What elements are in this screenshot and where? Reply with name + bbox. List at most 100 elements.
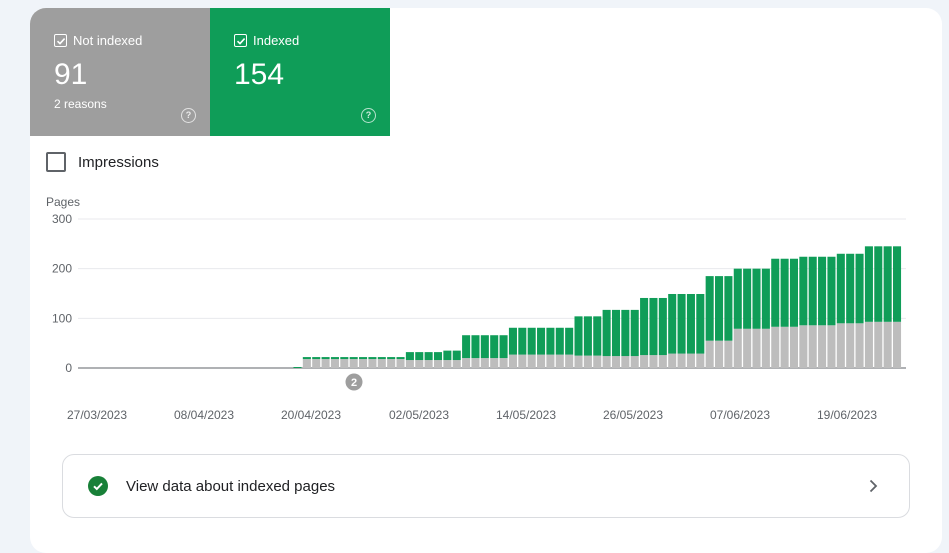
bar-not-indexed[interactable] (808, 325, 817, 368)
view-indexed-pages-link[interactable]: View data about indexed pages (62, 454, 910, 518)
bar-not-indexed[interactable] (836, 323, 845, 368)
bar-indexed[interactable] (724, 276, 733, 341)
bar-indexed[interactable] (874, 246, 883, 322)
bar-not-indexed[interactable] (359, 359, 368, 368)
bar-indexed[interactable] (387, 357, 396, 360)
bar-indexed[interactable] (340, 357, 349, 360)
bar-not-indexed[interactable] (302, 359, 311, 368)
bar-indexed[interactable] (405, 352, 414, 361)
bar-indexed[interactable] (499, 335, 508, 359)
bar-indexed[interactable] (537, 327, 546, 355)
bar-not-indexed[interactable] (874, 321, 883, 368)
bar-indexed[interactable] (677, 293, 686, 354)
bar-not-indexed[interactable] (555, 354, 564, 368)
bar-indexed[interactable] (508, 327, 517, 355)
impressions-checkbox[interactable] (46, 152, 66, 172)
bar-indexed[interactable] (293, 367, 302, 369)
bar-indexed[interactable] (611, 309, 621, 357)
indexed-tile[interactable]: Indexed 154 ? (210, 8, 390, 136)
bar-not-indexed[interactable] (621, 356, 630, 368)
bar-not-indexed[interactable] (490, 358, 499, 368)
bar-not-indexed[interactable] (424, 360, 433, 368)
bar-indexed[interactable] (565, 327, 574, 355)
bar-indexed[interactable] (302, 357, 311, 360)
bar-not-indexed[interactable] (471, 358, 480, 368)
bar-not-indexed[interactable] (377, 359, 386, 368)
bar-not-indexed[interactable] (789, 326, 799, 368)
bar-indexed[interactable] (415, 352, 424, 361)
bar-not-indexed[interactable] (443, 360, 452, 368)
bar-not-indexed[interactable] (771, 326, 780, 368)
bar-not-indexed[interactable] (733, 328, 742, 368)
bar-not-indexed[interactable] (658, 355, 667, 368)
bar-not-indexed[interactable] (705, 340, 714, 368)
bar-not-indexed[interactable] (574, 355, 583, 368)
check-icon[interactable] (54, 34, 67, 47)
bar-indexed[interactable] (330, 357, 339, 360)
bar-indexed[interactable] (546, 327, 555, 355)
bar-indexed[interactable] (715, 276, 724, 341)
bar-not-indexed[interactable] (668, 353, 677, 368)
bar-not-indexed[interactable] (405, 360, 414, 368)
bar-indexed[interactable] (574, 316, 583, 356)
bar-indexed[interactable] (583, 316, 592, 356)
bar-not-indexed[interactable] (368, 359, 377, 368)
bar-not-indexed[interactable] (415, 360, 424, 368)
bar-not-indexed[interactable] (330, 359, 339, 368)
bar-indexed[interactable] (686, 293, 695, 354)
bar-not-indexed[interactable] (630, 356, 639, 368)
bar-not-indexed[interactable] (518, 354, 527, 368)
bar-indexed[interactable] (696, 293, 705, 354)
bar-indexed[interactable] (452, 350, 461, 361)
bar-indexed[interactable] (396, 357, 405, 360)
check-icon[interactable] (234, 34, 247, 47)
bar-not-indexed[interactable] (565, 354, 574, 368)
bar-not-indexed[interactable] (696, 353, 705, 368)
bar-indexed[interactable] (471, 335, 480, 359)
bar-indexed[interactable] (743, 268, 752, 329)
bar-indexed[interactable] (602, 309, 611, 357)
bar-indexed[interactable] (752, 268, 761, 329)
bar-indexed[interactable] (443, 350, 452, 361)
bar-indexed[interactable] (789, 258, 799, 327)
bar-not-indexed[interactable] (761, 328, 770, 368)
bar-not-indexed[interactable] (499, 358, 508, 368)
bar-not-indexed[interactable] (827, 325, 836, 368)
bar-indexed[interactable] (349, 357, 358, 360)
bar-indexed[interactable] (733, 268, 742, 329)
bar-indexed[interactable] (433, 352, 443, 361)
bar-not-indexed[interactable] (864, 321, 873, 368)
bar-not-indexed[interactable] (752, 328, 761, 368)
bar-not-indexed[interactable] (649, 355, 658, 368)
bar-not-indexed[interactable] (818, 325, 827, 368)
bar-not-indexed[interactable] (546, 354, 555, 368)
bar-indexed[interactable] (640, 297, 649, 356)
bar-indexed[interactable] (836, 253, 845, 324)
bar-indexed[interactable] (359, 357, 368, 360)
annotation-marker[interactable]: 2 (345, 373, 363, 391)
bar-not-indexed[interactable] (743, 328, 752, 368)
bar-not-indexed[interactable] (846, 323, 855, 368)
bar-not-indexed[interactable] (527, 354, 536, 368)
bar-not-indexed[interactable] (340, 359, 349, 368)
bar-indexed[interactable] (312, 357, 321, 360)
bar-indexed[interactable] (490, 335, 499, 359)
bar-not-indexed[interactable] (387, 359, 396, 368)
bar-not-indexed[interactable] (640, 355, 649, 368)
help-icon[interactable]: ? (181, 108, 196, 123)
bar-not-indexed[interactable] (462, 358, 471, 368)
bar-indexed[interactable] (462, 335, 471, 359)
help-icon[interactable]: ? (361, 108, 376, 123)
bar-indexed[interactable] (424, 352, 433, 361)
bar-not-indexed[interactable] (602, 356, 611, 368)
bar-not-indexed[interactable] (452, 360, 461, 368)
bar-indexed[interactable] (864, 246, 873, 322)
bar-indexed[interactable] (621, 309, 630, 357)
bar-not-indexed[interactable] (686, 353, 695, 368)
bar-not-indexed[interactable] (724, 340, 733, 368)
bar-not-indexed[interactable] (855, 323, 864, 368)
bar-not-indexed[interactable] (396, 359, 405, 368)
bar-indexed[interactable] (321, 357, 330, 360)
bar-not-indexed[interactable] (321, 359, 330, 368)
bar-indexed[interactable] (808, 256, 817, 326)
